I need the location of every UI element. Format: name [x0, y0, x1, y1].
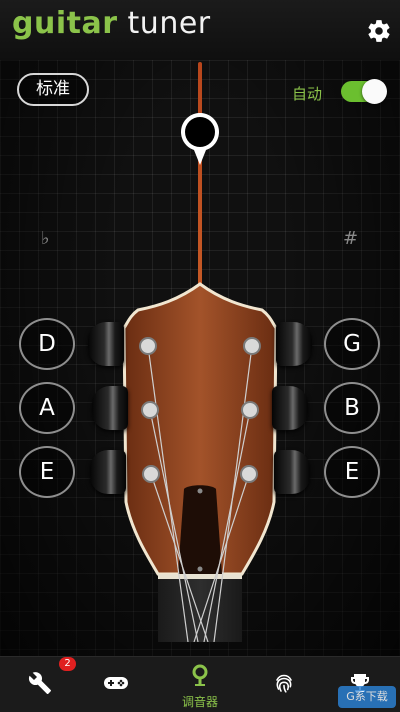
app-header: guitar tuner: [0, 0, 400, 61]
string-button-a[interactable]: A: [19, 382, 75, 434]
string-button-d[interactable]: D: [19, 318, 75, 370]
nav-tuner[interactable]: 调音器: [170, 657, 230, 712]
string-button-g[interactable]: G: [324, 318, 380, 370]
app-title: guitar tuner: [12, 6, 211, 41]
tuning-peg-high-e[interactable]: [274, 450, 310, 494]
nav-fingerprint[interactable]: [254, 657, 314, 712]
sharp-symbol: #: [343, 228, 359, 249]
fingerprint-icon: [276, 674, 292, 693]
tuning-needle: [198, 62, 202, 296]
auto-label: 自动: [292, 85, 323, 103]
nav-games[interactable]: [86, 657, 146, 712]
string-button-b[interactable]: B: [324, 382, 380, 434]
wrench-icon: [28, 672, 51, 694]
tuning-peg-low-e[interactable]: [90, 450, 126, 494]
app-title-guitar: guitar: [12, 6, 118, 41]
tuning-mode-button[interactable]: 标准: [17, 73, 89, 106]
tuning-peg-g[interactable]: [276, 322, 312, 366]
nav-tuner-label: 调音器: [181, 695, 218, 709]
notification-badge: 2: [59, 657, 76, 671]
gamepad-icon: [104, 677, 128, 689]
auto-toggle[interactable]: [341, 79, 387, 104]
string-button-low-e[interactable]: E: [19, 446, 75, 498]
string-button-high-e[interactable]: E: [324, 446, 380, 498]
tuner-pin-icon: [192, 664, 208, 686]
toggle-knob: [362, 79, 387, 104]
flat-symbol: ♭: [41, 228, 50, 249]
guitar-headstock: [122, 282, 278, 642]
tuning-peg-a[interactable]: [92, 386, 128, 430]
gear-icon[interactable]: [366, 18, 392, 44]
tuning-peg-d[interactable]: [88, 322, 124, 366]
watermark-logo: G系下载: [338, 686, 396, 708]
app-title-tuner: tuner: [127, 6, 211, 41]
tuning-peg-b[interactable]: [272, 386, 308, 430]
pitch-indicator-icon: [181, 113, 219, 165]
